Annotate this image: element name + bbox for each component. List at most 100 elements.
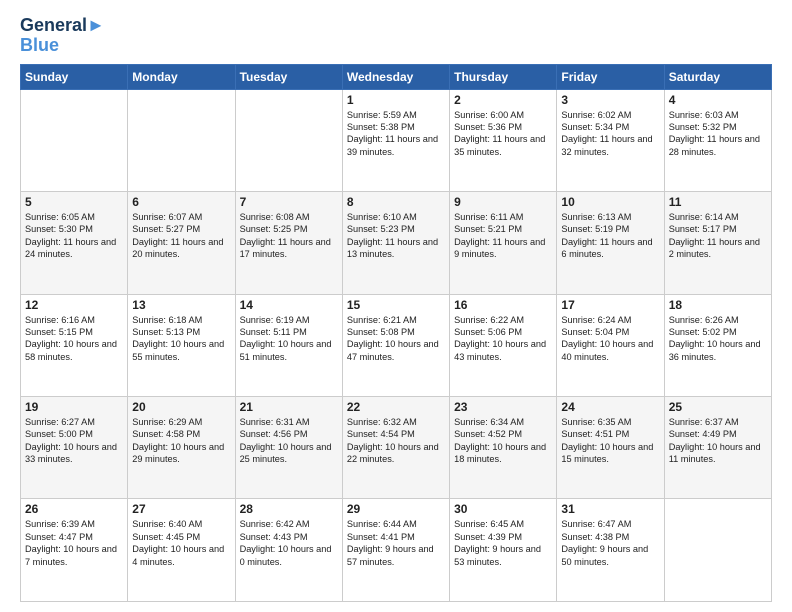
cell-info: Sunrise: 6:26 AM Sunset: 5:02 PM Dayligh… bbox=[669, 314, 767, 364]
day-number: 12 bbox=[25, 298, 123, 312]
calendar-cell: 5 Sunrise: 6:05 AM Sunset: 5:30 PM Daylig… bbox=[21, 192, 128, 294]
logo-text2: Blue bbox=[20, 36, 105, 56]
calendar-cell: 17 Sunrise: 6:24 AM Sunset: 5:04 PM Dayli… bbox=[557, 294, 664, 396]
calendar-cell: 16Sunrise: 6:22 AM Sunset: 5:06 PM Dayli… bbox=[450, 294, 557, 396]
calendar-header-wednesday: Wednesday bbox=[342, 64, 449, 89]
cell-info: Sunrise: 6:35 AM Sunset: 4:51 PM Dayligh… bbox=[561, 416, 659, 466]
day-number: 21 bbox=[240, 400, 338, 414]
calendar-cell: 13 Sunrise: 6:18 AM Sunset: 5:13 PM Dayli… bbox=[128, 294, 235, 396]
calendar-cell: 25 Sunrise: 6:37 AM Sunset: 4:49 PM Dayli… bbox=[664, 397, 771, 499]
day-number: 26 bbox=[25, 502, 123, 516]
cell-info: Sunrise: 6:19 AM Sunset: 5:11 PM Dayligh… bbox=[240, 314, 338, 364]
day-number: 11 bbox=[669, 195, 767, 209]
calendar-cell: 1 Sunrise: 5:59 AM Sunset: 5:38 PM Daylig… bbox=[342, 89, 449, 191]
cell-info: Sunrise: 6:11 AM Sunset: 5:21 PM Dayligh… bbox=[454, 211, 552, 261]
day-number: 25 bbox=[669, 400, 767, 414]
calendar-cell: 27 Sunrise: 6:40 AM Sunset: 4:45 PM Dayli… bbox=[128, 499, 235, 602]
calendar-cell bbox=[664, 499, 771, 602]
calendar-cell: 4 Sunrise: 6:03 AM Sunset: 5:32 PM Daylig… bbox=[664, 89, 771, 191]
calendar-cell bbox=[235, 89, 342, 191]
cell-info: Sunrise: 6:02 AM Sunset: 5:34 PM Dayligh… bbox=[561, 109, 659, 159]
cell-info: Sunrise: 6:22 AM Sunset: 5:06 PM Dayligh… bbox=[454, 314, 552, 364]
day-number: 3 bbox=[561, 93, 659, 107]
cell-info: Sunrise: 6:31 AM Sunset: 4:56 PM Dayligh… bbox=[240, 416, 338, 466]
calendar-cell: 24 Sunrise: 6:35 AM Sunset: 4:51 PM Dayli… bbox=[557, 397, 664, 499]
calendar-cell: 9 Sunrise: 6:11 AM Sunset: 5:21 PM Daylig… bbox=[450, 192, 557, 294]
calendar-cell bbox=[21, 89, 128, 191]
cell-info: Sunrise: 6:03 AM Sunset: 5:32 PM Dayligh… bbox=[669, 109, 767, 159]
calendar-week-row: 5 Sunrise: 6:05 AM Sunset: 5:30 PM Daylig… bbox=[21, 192, 772, 294]
calendar-cell: 18Sunrise: 6:26 AM Sunset: 5:02 PM Dayli… bbox=[664, 294, 771, 396]
calendar-cell: 15Sunrise: 6:21 AM Sunset: 5:08 PM Dayli… bbox=[342, 294, 449, 396]
cell-info: Sunrise: 6:37 AM Sunset: 4:49 PM Dayligh… bbox=[669, 416, 767, 466]
calendar-cell: 2 Sunrise: 6:00 AM Sunset: 5:36 PM Daylig… bbox=[450, 89, 557, 191]
calendar-cell: 10 Sunrise: 6:13 AM Sunset: 5:19 PM Dayli… bbox=[557, 192, 664, 294]
calendar-cell: 22 Sunrise: 6:32 AM Sunset: 4:54 PM Dayli… bbox=[342, 397, 449, 499]
calendar-cell: 23Sunrise: 6:34 AM Sunset: 4:52 PM Dayli… bbox=[450, 397, 557, 499]
day-number: 15 bbox=[347, 298, 445, 312]
cell-info: Sunrise: 6:29 AM Sunset: 4:58 PM Dayligh… bbox=[132, 416, 230, 466]
day-number: 9 bbox=[454, 195, 552, 209]
logo: General► Blue bbox=[20, 16, 105, 56]
day-number: 24 bbox=[561, 400, 659, 414]
calendar-week-row: 1 Sunrise: 5:59 AM Sunset: 5:38 PM Daylig… bbox=[21, 89, 772, 191]
calendar-cell bbox=[128, 89, 235, 191]
cell-info: Sunrise: 6:18 AM Sunset: 5:13 PM Dayligh… bbox=[132, 314, 230, 364]
day-number: 1 bbox=[347, 93, 445, 107]
cell-info: Sunrise: 6:40 AM Sunset: 4:45 PM Dayligh… bbox=[132, 518, 230, 568]
day-number: 29 bbox=[347, 502, 445, 516]
day-number: 31 bbox=[561, 502, 659, 516]
day-number: 19 bbox=[25, 400, 123, 414]
calendar-cell: 6 Sunrise: 6:07 AM Sunset: 5:27 PM Daylig… bbox=[128, 192, 235, 294]
calendar-cell: 28 Sunrise: 6:42 AM Sunset: 4:43 PM Dayli… bbox=[235, 499, 342, 602]
cell-info: Sunrise: 6:24 AM Sunset: 5:04 PM Dayligh… bbox=[561, 314, 659, 364]
cell-info: Sunrise: 6:32 AM Sunset: 4:54 PM Dayligh… bbox=[347, 416, 445, 466]
cell-info: Sunrise: 6:00 AM Sunset: 5:36 PM Dayligh… bbox=[454, 109, 552, 159]
cell-info: Sunrise: 6:07 AM Sunset: 5:27 PM Dayligh… bbox=[132, 211, 230, 261]
day-number: 14 bbox=[240, 298, 338, 312]
day-number: 28 bbox=[240, 502, 338, 516]
day-number: 17 bbox=[561, 298, 659, 312]
day-number: 8 bbox=[347, 195, 445, 209]
cell-info: Sunrise: 6:16 AM Sunset: 5:15 PM Dayligh… bbox=[25, 314, 123, 364]
cell-info: Sunrise: 6:39 AM Sunset: 4:47 PM Dayligh… bbox=[25, 518, 123, 568]
day-number: 7 bbox=[240, 195, 338, 209]
calendar-cell: 26 Sunrise: 6:39 AM Sunset: 4:47 PM Dayli… bbox=[21, 499, 128, 602]
cell-info: Sunrise: 6:27 AM Sunset: 5:00 PM Dayligh… bbox=[25, 416, 123, 466]
header: General► Blue bbox=[20, 16, 772, 56]
day-number: 27 bbox=[132, 502, 230, 516]
day-number: 5 bbox=[25, 195, 123, 209]
calendar-cell: 29 Sunrise: 6:44 AM Sunset: 4:41 PM Dayli… bbox=[342, 499, 449, 602]
cell-info: Sunrise: 6:05 AM Sunset: 5:30 PM Dayligh… bbox=[25, 211, 123, 261]
cell-info: Sunrise: 6:42 AM Sunset: 4:43 PM Dayligh… bbox=[240, 518, 338, 568]
logo-text: General► bbox=[20, 16, 105, 36]
cell-info: Sunrise: 5:59 AM Sunset: 5:38 PM Dayligh… bbox=[347, 109, 445, 159]
cell-info: Sunrise: 6:10 AM Sunset: 5:23 PM Dayligh… bbox=[347, 211, 445, 261]
cell-info: Sunrise: 6:13 AM Sunset: 5:19 PM Dayligh… bbox=[561, 211, 659, 261]
calendar-table: SundayMondayTuesdayWednesdayThursdayFrid… bbox=[20, 64, 772, 602]
calendar-week-row: 19 Sunrise: 6:27 AM Sunset: 5:00 PM Dayli… bbox=[21, 397, 772, 499]
calendar-cell: 7 Sunrise: 6:08 AM Sunset: 5:25 PM Daylig… bbox=[235, 192, 342, 294]
calendar-header-monday: Monday bbox=[128, 64, 235, 89]
day-number: 10 bbox=[561, 195, 659, 209]
cell-info: Sunrise: 6:34 AM Sunset: 4:52 PM Dayligh… bbox=[454, 416, 552, 466]
day-number: 2 bbox=[454, 93, 552, 107]
calendar-header-row: SundayMondayTuesdayWednesdayThursdayFrid… bbox=[21, 64, 772, 89]
cell-info: Sunrise: 6:47 AM Sunset: 4:38 PM Dayligh… bbox=[561, 518, 659, 568]
calendar-cell: 20Sunrise: 6:29 AM Sunset: 4:58 PM Dayli… bbox=[128, 397, 235, 499]
calendar-cell: 30Sunrise: 6:45 AM Sunset: 4:39 PM Dayli… bbox=[450, 499, 557, 602]
day-number: 13 bbox=[132, 298, 230, 312]
cell-info: Sunrise: 6:08 AM Sunset: 5:25 PM Dayligh… bbox=[240, 211, 338, 261]
calendar-week-row: 26 Sunrise: 6:39 AM Sunset: 4:47 PM Dayli… bbox=[21, 499, 772, 602]
calendar-header-sunday: Sunday bbox=[21, 64, 128, 89]
calendar-header-thursday: Thursday bbox=[450, 64, 557, 89]
day-number: 6 bbox=[132, 195, 230, 209]
day-number: 4 bbox=[669, 93, 767, 107]
page: General► Blue SundayMondayTuesdayWednesd… bbox=[0, 0, 792, 612]
day-number: 22 bbox=[347, 400, 445, 414]
calendar-cell: 14 Sunrise: 6:19 AM Sunset: 5:11 PM Dayli… bbox=[235, 294, 342, 396]
cell-info: Sunrise: 6:14 AM Sunset: 5:17 PM Dayligh… bbox=[669, 211, 767, 261]
cell-info: Sunrise: 6:44 AM Sunset: 4:41 PM Dayligh… bbox=[347, 518, 445, 568]
calendar-header-saturday: Saturday bbox=[664, 64, 771, 89]
calendar-cell: 21 Sunrise: 6:31 AM Sunset: 4:56 PM Dayli… bbox=[235, 397, 342, 499]
